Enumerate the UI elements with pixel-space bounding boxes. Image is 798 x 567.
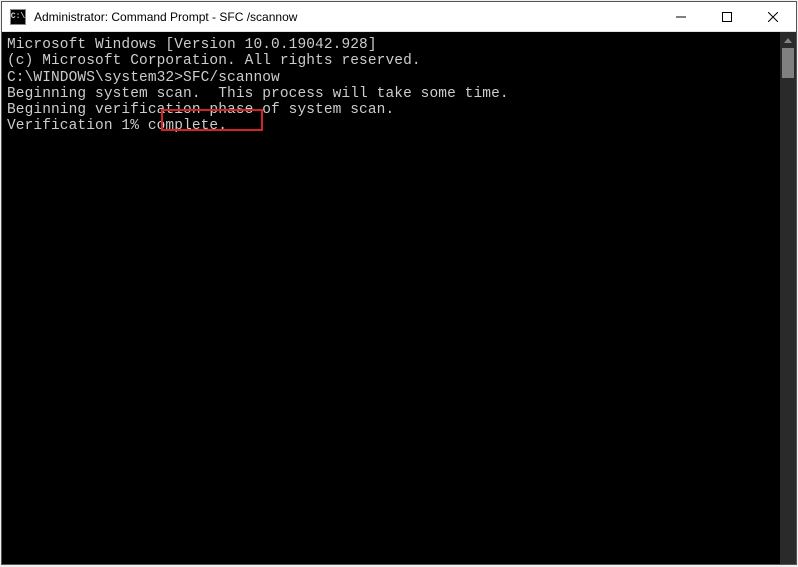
maximize-icon: [722, 12, 732, 22]
cmd-icon: C:\: [10, 9, 26, 25]
output-line: Beginning system scan. This process will…: [7, 86, 780, 102]
scrollbar-thumb[interactable]: [782, 48, 794, 78]
maximize-button[interactable]: [704, 2, 750, 31]
minimize-icon: [676, 12, 686, 22]
command-prompt-window: C:\ Administrator: Command Prompt - SFC …: [1, 1, 797, 565]
titlebar[interactable]: C:\ Administrator: Command Prompt - SFC …: [2, 2, 796, 32]
output-line: Microsoft Windows [Version 10.0.19042.92…: [7, 37, 780, 53]
output-line: Beginning verification phase of system s…: [7, 102, 780, 118]
prompt-line: C:\WINDOWS\system32>SFC/scannow: [7, 70, 780, 86]
vertical-scrollbar[interactable]: [780, 32, 796, 564]
output-line: (c) Microsoft Corporation. All rights re…: [7, 53, 780, 69]
window-title: Administrator: Command Prompt - SFC /sca…: [34, 10, 658, 24]
window-controls: [658, 2, 796, 31]
cmd-icon-text: C:\: [11, 12, 25, 21]
minimize-button[interactable]: [658, 2, 704, 31]
close-icon: [768, 12, 778, 22]
command-text: SFC/scannow: [183, 70, 280, 86]
prompt-text: C:\WINDOWS\system32>: [7, 70, 183, 86]
close-button[interactable]: [750, 2, 796, 31]
terminal-area[interactable]: Microsoft Windows [Version 10.0.19042.92…: [2, 32, 796, 564]
terminal-content[interactable]: Microsoft Windows [Version 10.0.19042.92…: [2, 32, 780, 564]
scroll-up-arrow-icon[interactable]: [780, 32, 796, 48]
output-line: Verification 1% complete.: [7, 118, 780, 134]
